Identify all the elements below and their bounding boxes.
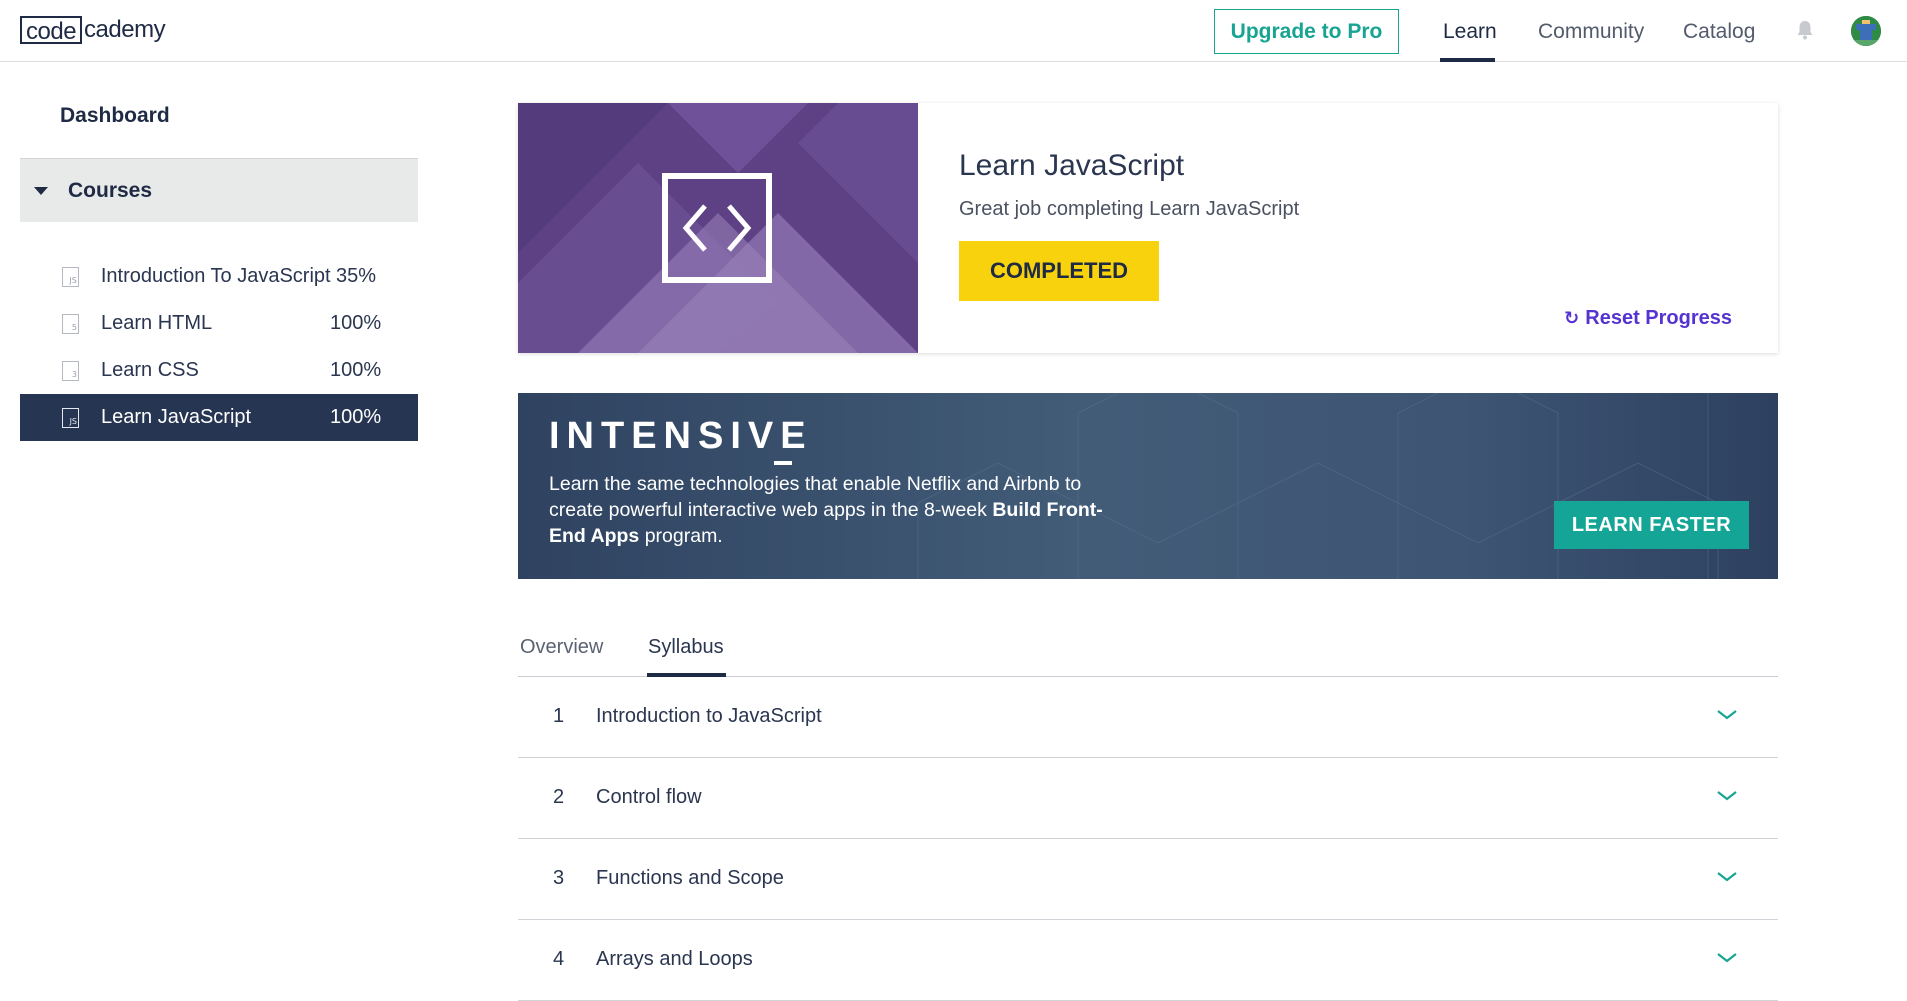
top-navigation-bar: code cademy Upgrade to Pro Learn Communit… bbox=[0, 0, 1907, 62]
tab-syllabus[interactable]: Syllabus bbox=[648, 636, 724, 659]
chevron-down-icon[interactable] bbox=[1716, 790, 1738, 802]
course-percent: 100% bbox=[330, 312, 382, 334]
syllabus-number: 3 bbox=[553, 867, 565, 889]
syllabus-number: 1 bbox=[553, 705, 565, 727]
code-brackets-icon bbox=[662, 173, 772, 283]
syllabus-row[interactable]: 1 Introduction to JavaScript bbox=[518, 677, 1778, 758]
course-name: Learn CSS bbox=[101, 359, 199, 381]
syllabus-row[interactable]: 3 Functions and Scope bbox=[518, 839, 1778, 920]
intensive-text-2: program. bbox=[639, 525, 723, 547]
syllabus-title: Arrays and Loops bbox=[596, 948, 753, 970]
upgrade-to-pro-button[interactable]: Upgrade to Pro bbox=[1214, 9, 1399, 54]
intensive-description: Learn the same technologies that enable … bbox=[549, 471, 1109, 549]
sidebar-dashboard-link[interactable]: Dashboard bbox=[60, 104, 170, 128]
course-name: Learn HTML bbox=[101, 312, 213, 334]
course-name: Introduction To JavaScript bbox=[100, 265, 331, 287]
course-card: Learn JavaScript Great job completing Le… bbox=[518, 103, 1778, 353]
course-subtitle: Great job completing Learn JavaScript bbox=[959, 198, 1300, 220]
sidebar-course-learn-javascript[interactable]: JS Learn JavaScript 100% bbox=[20, 394, 418, 441]
course-title: Learn JavaScript bbox=[959, 149, 1185, 182]
intensive-title-accent bbox=[774, 461, 792, 465]
sidebar-course-intro-to-javascript[interactable]: JS Introduction To JavaScript 35% bbox=[20, 253, 418, 300]
syllabus-row[interactable]: 2 Control flow bbox=[518, 758, 1778, 839]
avatar[interactable] bbox=[1851, 16, 1881, 46]
reset-progress-link[interactable]: ↻ Reset Progress bbox=[1564, 307, 1732, 330]
tab-overview[interactable]: Overview bbox=[520, 636, 603, 659]
syllabus-title: Introduction to JavaScript bbox=[596, 705, 822, 727]
courses-label: Courses bbox=[68, 178, 153, 202]
course-percent: 100% bbox=[330, 359, 382, 381]
sidebar-courses-toggle[interactable]: Courses bbox=[20, 158, 418, 222]
js-icon: JS bbox=[62, 407, 79, 428]
bell-icon[interactable] bbox=[1795, 19, 1815, 41]
syllabus-title: Control flow bbox=[596, 786, 702, 808]
chevron-down-icon[interactable] bbox=[1716, 871, 1738, 883]
intensive-banner: INTENSIVE Learn the same technologies th… bbox=[518, 393, 1778, 579]
html5-icon: 5 bbox=[62, 313, 79, 334]
logo-cademy-text: cademy bbox=[84, 16, 166, 43]
learn-faster-button[interactable]: LEARN FASTER bbox=[1554, 501, 1749, 549]
css3-icon: 3 bbox=[62, 360, 79, 381]
chevron-down-icon[interactable] bbox=[1716, 952, 1738, 964]
nav-learn-link[interactable]: Learn bbox=[1443, 20, 1497, 44]
js-icon: JS bbox=[62, 266, 79, 287]
syllabus-number: 4 bbox=[553, 948, 565, 970]
syllabus-row[interactable]: 4 Arrays and Loops bbox=[518, 920, 1778, 1001]
caret-down-icon bbox=[34, 186, 48, 195]
logo-code-box: code bbox=[20, 16, 83, 45]
intensive-title: INTENSIVE bbox=[549, 415, 813, 457]
nav-active-indicator bbox=[1440, 58, 1495, 62]
course-percent: 35% bbox=[335, 265, 376, 287]
course-art bbox=[518, 103, 918, 353]
reset-progress-label: Reset Progress bbox=[1585, 307, 1732, 329]
chevron-down-icon[interactable] bbox=[1716, 709, 1738, 721]
codecademy-logo[interactable]: code cademy bbox=[20, 16, 166, 45]
refresh-icon: ↻ bbox=[1564, 308, 1580, 328]
syllabus-number: 2 bbox=[553, 786, 565, 808]
nav-catalog-link[interactable]: Catalog bbox=[1683, 20, 1755, 44]
sidebar-course-learn-css[interactable]: 3 Learn CSS 100% bbox=[20, 347, 418, 394]
nav-community-link[interactable]: Community bbox=[1538, 20, 1644, 44]
course-name: Learn JavaScript bbox=[101, 406, 252, 428]
avatar-image bbox=[1851, 16, 1881, 46]
completed-status-button[interactable]: COMPLETED bbox=[959, 241, 1159, 301]
course-percent: 100% bbox=[330, 406, 382, 428]
sidebar-course-learn-html[interactable]: 5 Learn HTML 100% bbox=[20, 300, 418, 347]
syllabus-title: Functions and Scope bbox=[596, 867, 784, 889]
